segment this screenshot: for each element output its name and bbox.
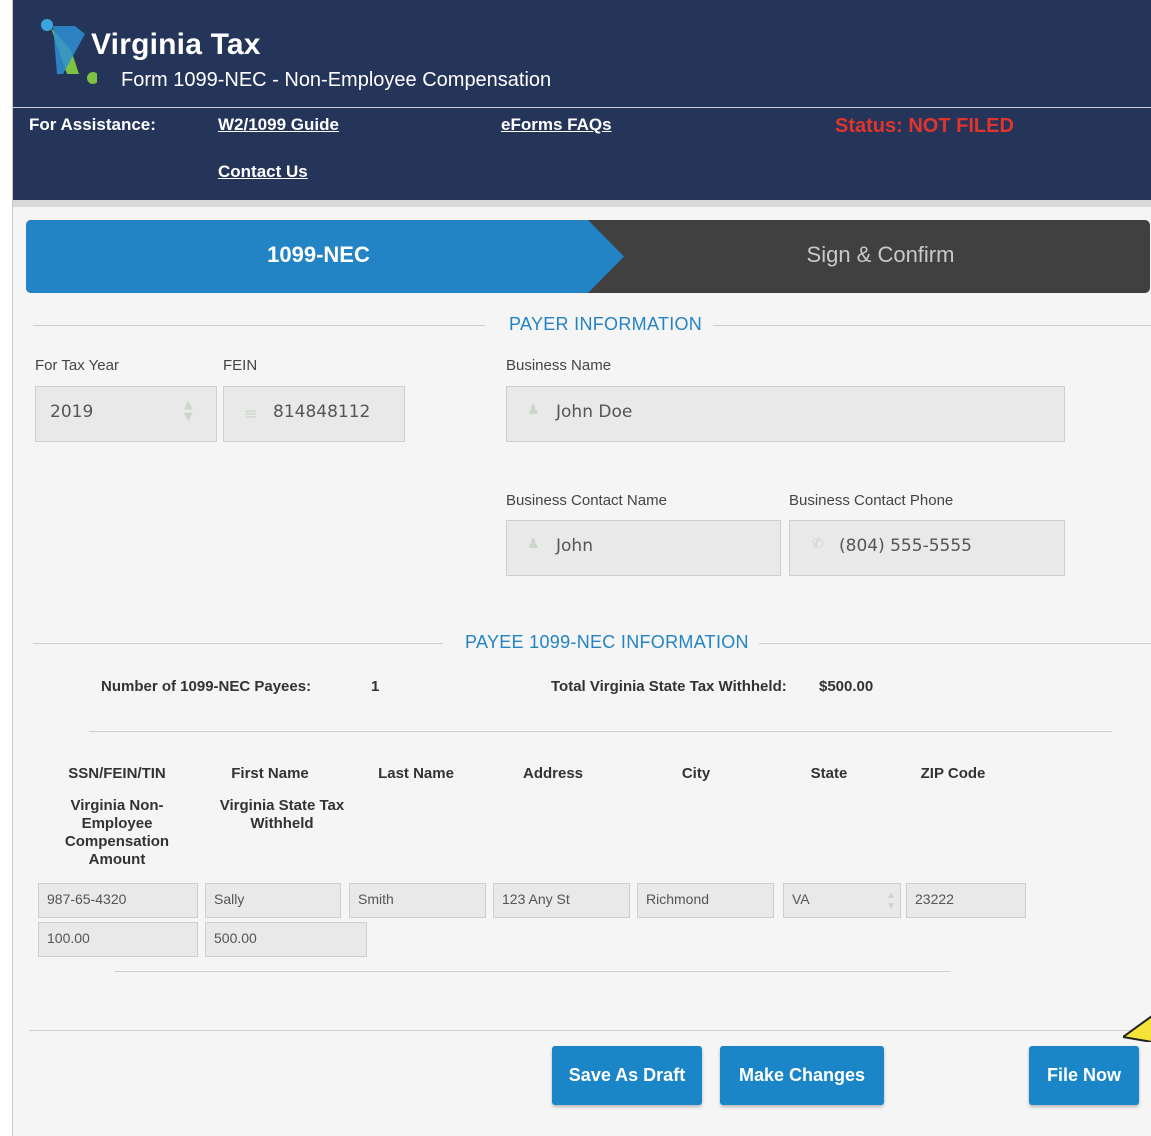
business-name-field[interactable]: ♟ John Doe xyxy=(506,386,1065,442)
w2-1099-guide-link[interactable]: W2/1099 Guide xyxy=(218,115,339,135)
header-divider xyxy=(13,107,1151,108)
up-down-arrows-icon[interactable]: ▲ ▼ xyxy=(184,399,192,423)
payee-state-value: VA xyxy=(792,891,810,907)
payee-first-name-input[interactable]: Sally xyxy=(205,883,341,918)
make-changes-button[interactable]: Make Changes xyxy=(720,1046,884,1105)
contact-name-field[interactable]: ♟ John xyxy=(506,520,781,576)
file-now-button[interactable]: File Now xyxy=(1029,1046,1139,1105)
payee-city-input[interactable]: Richmond xyxy=(637,883,774,918)
tax-year-label: For Tax Year xyxy=(35,357,119,374)
payee-zip-input[interactable]: 23222 xyxy=(906,883,1026,918)
step-1099-nec[interactable]: 1099-NEC xyxy=(26,242,611,268)
col-last-name: Last Name xyxy=(378,765,454,782)
total-withheld-value: $500.00 xyxy=(819,678,874,695)
virginia-tax-logo xyxy=(41,19,97,84)
payer-section-title: PAYER INFORMATION xyxy=(509,314,703,334)
step-progress-bar: 1099-NEC Sign & Confirm xyxy=(26,220,1150,293)
fein-value: 814848112 xyxy=(273,402,371,422)
brand-name: Virginia Tax xyxy=(91,28,261,61)
section-divider xyxy=(759,643,1151,644)
footer-divider xyxy=(29,1030,1151,1031)
col-first-name: First Name xyxy=(231,765,309,782)
tax-year-spinner[interactable]: 2019 ▲ ▼ xyxy=(35,386,217,442)
step-sign-confirm[interactable]: Sign & Confirm xyxy=(611,242,1150,268)
person-icon: ♟ xyxy=(527,536,540,552)
business-name-value: John Doe xyxy=(556,402,633,422)
save-as-draft-button[interactable]: Save As Draft xyxy=(552,1046,702,1105)
contact-phone-field[interactable]: ✆ (804) 555-5555 xyxy=(789,520,1065,576)
phone-icon: ✆ xyxy=(812,536,824,552)
payee-last-name-input[interactable]: Smith xyxy=(349,883,486,918)
payee-section-title: PAYEE 1099-NEC INFORMATION xyxy=(465,632,749,652)
tax-year-value: 2019 xyxy=(50,402,94,422)
total-withheld-label: Total Virginia State Tax Withheld: xyxy=(551,678,787,695)
payee-count-value: 1 xyxy=(371,678,380,695)
col-state: State xyxy=(810,765,848,782)
contact-us-link[interactable]: Contact Us xyxy=(218,162,308,182)
fein-label: FEIN xyxy=(223,357,258,374)
filing-status: Status: NOT FILED xyxy=(835,115,1014,137)
eforms-faqs-link[interactable]: eForms FAQs xyxy=(501,115,612,135)
payee-state-withheld-input[interactable]: 500.00 xyxy=(205,922,367,957)
person-icon: ♟ xyxy=(527,402,540,418)
col-city: City xyxy=(681,765,711,782)
header-shadow xyxy=(13,200,1151,207)
col-compensation: Virginia Non-Employee Compensation Amoun… xyxy=(64,797,170,868)
payee-count-label: Number of 1099-NEC Payees: xyxy=(101,678,312,695)
pointer-arrow-icon xyxy=(1123,1015,1151,1042)
hamburger-icon: ≡ xyxy=(244,404,258,423)
section-divider xyxy=(713,325,1151,326)
payee-address-input[interactable]: 123 Any St xyxy=(493,883,630,918)
contact-phone-label: Business Contact Phone xyxy=(789,492,954,509)
contact-phone-value: (804) 555-5555 xyxy=(839,536,972,556)
col-zip: ZIP Code xyxy=(920,765,986,782)
contact-name-label: Business Contact Name xyxy=(506,492,667,509)
assistance-label: For Assistance: xyxy=(29,115,156,134)
section-divider xyxy=(33,325,485,326)
fein-field[interactable]: ≡ 814848112 xyxy=(223,386,405,442)
payee-compensation-input[interactable]: 100.00 xyxy=(38,922,198,957)
col-address: Address xyxy=(522,765,584,782)
payee-state-select[interactable]: VA ▲ ▼ xyxy=(783,883,901,918)
col-ssn: SSN/FEIN/TIN xyxy=(68,765,166,782)
payee-row-divider xyxy=(115,971,950,972)
col-state-withheld: Virginia State Tax Withheld xyxy=(219,797,345,832)
payee-divider xyxy=(89,731,1112,732)
site-header: Virginia Tax Form 1099-NEC - Non-Employe… xyxy=(13,0,1151,200)
up-down-arrows-icon[interactable]: ▲ ▼ xyxy=(886,890,896,912)
form-title: Form 1099-NEC - Non-Employee Compensatio… xyxy=(121,69,552,91)
payee-ssn-input[interactable]: 987-65-4320 xyxy=(38,883,198,918)
app-window: Virginia Tax Form 1099-NEC - Non-Employe… xyxy=(12,0,1151,1136)
section-divider xyxy=(33,643,443,644)
business-name-label: Business Name xyxy=(506,357,612,374)
contact-name-value: John xyxy=(556,536,593,556)
